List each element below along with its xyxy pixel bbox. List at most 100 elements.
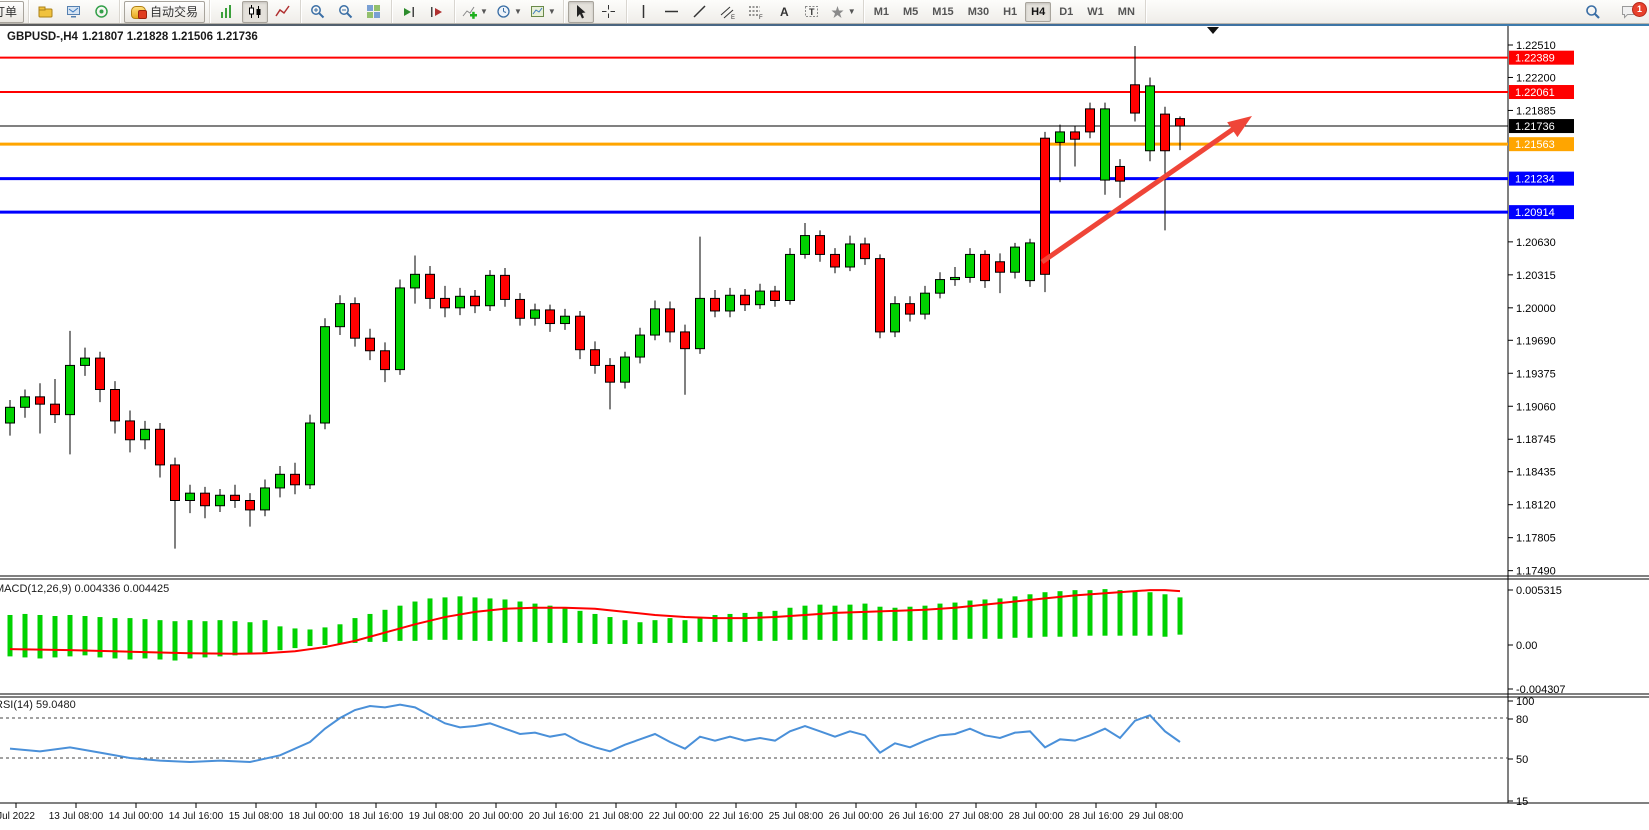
- ohlc-values: 1.21807 1.21828 1.21506 1.21736: [82, 31, 258, 43]
- candle-body: [1146, 86, 1155, 151]
- timeframe-M5[interactable]: M5: [897, 2, 924, 22]
- macd-histogram-bar: [38, 615, 43, 658]
- time-tick-label: 15 Jul 08:00: [229, 811, 284, 822]
- trend-arrow-line: [1042, 125, 1239, 262]
- candle-body: [891, 304, 900, 332]
- search-icon[interactable]: [1580, 1, 1606, 23]
- rsi-axis-label: 15: [1516, 796, 1528, 808]
- crosshair-icon[interactable]: [596, 1, 622, 23]
- price-tick-label: 1.20630: [1516, 237, 1556, 249]
- channel-icon[interactable]: E: [715, 1, 741, 23]
- vertical-line-icon[interactable]: [631, 1, 657, 23]
- macd-histogram-bar: [413, 602, 418, 641]
- zoom-in-icon[interactable]: [305, 1, 331, 23]
- order-group: 订单: [0, 0, 29, 23]
- candle-body: [486, 275, 495, 305]
- macd-histogram-bar: [158, 620, 163, 659]
- time-tick-label: 22 Jul 16:00: [709, 811, 764, 822]
- candle-body: [726, 295, 735, 311]
- macd-histogram-bar: [353, 618, 358, 643]
- tile-windows-icon[interactable]: [361, 1, 387, 23]
- price-line-label: 1.21736: [1515, 121, 1555, 133]
- candlestick-chart-icon[interactable]: [242, 1, 268, 23]
- toolbar-group-5: [564, 0, 627, 23]
- candle-body: [201, 493, 210, 506]
- bar-chart-icon[interactable]: [214, 1, 240, 23]
- macd-histogram-bar: [8, 615, 13, 656]
- text-label-icon[interactable]: T: [799, 1, 825, 23]
- chart-profile-icon[interactable]: [33, 1, 59, 23]
- macd-histogram-bar: [83, 616, 88, 655]
- macd-indicator-label: MACD(12,26,9) 0.004336 0.004425: [0, 583, 169, 595]
- svg-text:E: E: [731, 15, 735, 20]
- candle-body: [1056, 132, 1065, 142]
- candle-body: [846, 244, 855, 267]
- candle-body: [711, 298, 720, 311]
- zoom-out-icon[interactable]: [333, 1, 359, 23]
- signal-icon[interactable]: [89, 1, 115, 23]
- autotrading-button[interactable]: 自动交易: [124, 1, 205, 23]
- candle-body: [1026, 243, 1035, 281]
- trendline-icon[interactable]: [687, 1, 713, 23]
- timeframe-M30[interactable]: M30: [962, 2, 995, 22]
- macd-histogram-bar: [128, 618, 133, 659]
- candle-body: [1176, 119, 1185, 126]
- time-tick-label: 22 Jul 00:00: [649, 811, 704, 822]
- macd-histogram-bar: [908, 607, 913, 641]
- new-order-button[interactable]: 订单: [0, 1, 24, 23]
- svg-text:A: A: [780, 5, 789, 19]
- timeframe-M1[interactable]: M1: [868, 2, 895, 22]
- cursor-icon[interactable]: [568, 1, 594, 23]
- template-icon[interactable]: ▼: [527, 1, 559, 23]
- candle-body: [291, 474, 300, 484]
- timeframe-H4[interactable]: H4: [1025, 2, 1051, 22]
- time-tick-label: 29 Jul 08:00: [1129, 811, 1184, 822]
- auto-scroll-icon[interactable]: [396, 1, 422, 23]
- candle-body: [741, 295, 750, 304]
- price-line-label: 1.21563: [1515, 139, 1555, 151]
- macd-histogram-bar: [578, 611, 583, 643]
- market-watch-icon[interactable]: [61, 1, 87, 23]
- shapes-icon[interactable]: ▼: [827, 1, 859, 23]
- svg-text:F: F: [759, 15, 763, 20]
- candle-body: [1101, 109, 1110, 180]
- fibonacci-icon[interactable]: F: [743, 1, 769, 23]
- candle-body: [1161, 114, 1170, 151]
- candle-body: [546, 310, 555, 324]
- timeframe-M15[interactable]: M15: [926, 2, 959, 22]
- line-chart-icon[interactable]: [270, 1, 296, 23]
- candle-body: [681, 332, 690, 349]
- macd-histogram-bar: [383, 610, 388, 642]
- time-tick-label: 20 Jul 00:00: [469, 811, 524, 822]
- macd-histogram-bar: [308, 629, 313, 646]
- candle-body: [606, 365, 615, 382]
- chart-shift-icon[interactable]: [424, 1, 450, 23]
- candle-body: [276, 474, 285, 488]
- price-tick-label: 1.22510: [1516, 40, 1556, 52]
- horizontal-line-icon[interactable]: [659, 1, 685, 23]
- text-icon[interactable]: A: [771, 1, 797, 23]
- candle-body: [81, 358, 90, 365]
- time-tick-label: 18 Jul 00:00: [289, 811, 344, 822]
- macd-histogram-bar: [203, 621, 208, 657]
- toolbar-group-6: E F AT ▼: [627, 0, 864, 23]
- macd-histogram-bar: [1088, 590, 1093, 636]
- period-icon[interactable]: ▼: [493, 1, 525, 23]
- macd-histogram-bar: [773, 611, 778, 641]
- timeframe-MN[interactable]: MN: [1112, 2, 1141, 22]
- candle-body: [1116, 166, 1125, 181]
- toolbar-right: 1: [1579, 0, 1643, 23]
- macd-histogram-bar: [473, 597, 478, 640]
- candle-body: [936, 280, 945, 294]
- price-tick-label: 1.19060: [1516, 401, 1556, 413]
- chart-canvas[interactable]: 1.225101.222001.218851.206301.203151.200…: [0, 0, 1649, 830]
- timeframe-W1[interactable]: W1: [1081, 2, 1110, 22]
- timeframe-H1[interactable]: H1: [997, 2, 1023, 22]
- add-indicator-icon[interactable]: ▼: [459, 1, 491, 23]
- chevron-down-icon: ▼: [848, 7, 856, 16]
- candle-body: [396, 288, 405, 370]
- candle-body: [666, 309, 675, 332]
- candle-body: [1071, 132, 1080, 139]
- macd-histogram-bar: [113, 618, 118, 658]
- timeframe-D1[interactable]: D1: [1053, 2, 1079, 22]
